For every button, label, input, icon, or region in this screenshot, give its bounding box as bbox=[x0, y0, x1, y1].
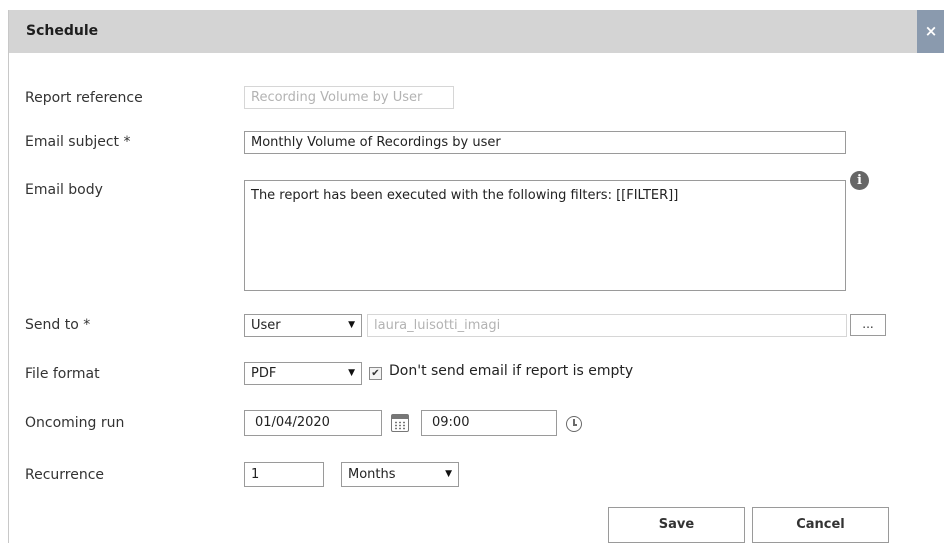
skip-empty-checkbox[interactable]: ✔ bbox=[369, 367, 382, 380]
run-time-input[interactable]: 09:00 bbox=[421, 410, 557, 436]
dialog-title: Schedule bbox=[26, 23, 99, 39]
info-icon[interactable]: i bbox=[850, 171, 869, 190]
send-to-type-value: User bbox=[251, 318, 281, 333]
report-reference-label: Report reference bbox=[25, 90, 143, 106]
file-format-label: File format bbox=[25, 366, 100, 382]
dialog-titlebar: Schedule × bbox=[9, 10, 944, 53]
browse-recipients-button[interactable]: ... bbox=[850, 314, 886, 336]
skip-empty-label: Don't send email if report is empty bbox=[389, 363, 634, 379]
chevron-down-icon: ▼ bbox=[348, 320, 355, 330]
send-to-type-select[interactable]: User ▼ bbox=[244, 314, 362, 337]
send-to-label: Send to * bbox=[25, 317, 91, 333]
recipient-field: laura_luisotti_imagi bbox=[367, 314, 847, 337]
oncoming-run-label: Oncoming run bbox=[25, 415, 125, 431]
run-date-input[interactable]: 01/04/2020 bbox=[244, 410, 382, 436]
report-reference-field: Recording Volume by User bbox=[244, 86, 454, 109]
email-subject-label: Email subject * bbox=[25, 134, 131, 150]
recurrence-unit-value: Months bbox=[348, 467, 396, 482]
chevron-down-icon: ▼ bbox=[348, 368, 355, 378]
recurrence-unit-select[interactable]: Months ▼ bbox=[341, 462, 459, 487]
chevron-down-icon: ▼ bbox=[445, 469, 452, 479]
email-body-label: Email body bbox=[25, 182, 103, 198]
save-button[interactable]: Save bbox=[608, 507, 745, 543]
cancel-button[interactable]: Cancel bbox=[752, 507, 889, 543]
recurrence-interval-input[interactable]: 1 bbox=[244, 462, 324, 487]
email-body-textarea[interactable]: The report has been executed with the fo… bbox=[244, 180, 846, 291]
clock-icon[interactable] bbox=[566, 416, 582, 432]
email-subject-input[interactable]: Monthly Volume of Recordings by user bbox=[244, 131, 846, 154]
recurrence-label: Recurrence bbox=[25, 467, 105, 483]
file-format-select[interactable]: PDF ▼ bbox=[244, 362, 362, 385]
calendar-icon[interactable] bbox=[391, 414, 409, 432]
file-format-value: PDF bbox=[251, 366, 277, 381]
close-button[interactable]: × bbox=[917, 10, 944, 53]
